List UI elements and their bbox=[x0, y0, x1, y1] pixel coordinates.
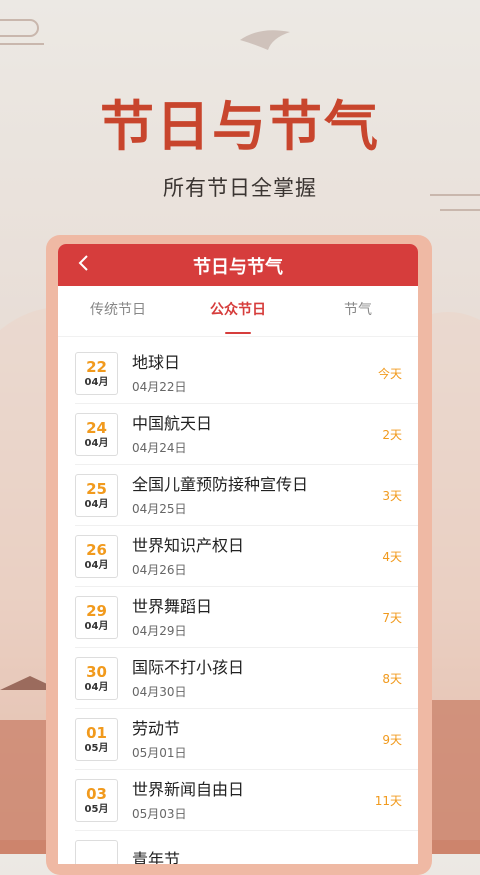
date-day: 30 bbox=[86, 662, 107, 681]
days-remaining: 今天 bbox=[377, 367, 402, 381]
festival-name: 全国儿童预防接种宣传日 bbox=[132, 474, 309, 494]
date-badge: 01 05月 bbox=[75, 718, 118, 761]
hero-title: 节日与节气 bbox=[100, 94, 380, 158]
festival-name: 国际不打小孩日 bbox=[132, 657, 245, 677]
date-badge: 26 04月 bbox=[75, 535, 118, 578]
hero-subtitle: 所有节日全掌握 bbox=[163, 176, 317, 200]
date-badge bbox=[75, 840, 118, 864]
festival-date: 04月25日 bbox=[132, 501, 187, 516]
date-month: 04月 bbox=[84, 437, 109, 449]
date-day: 24 bbox=[86, 418, 107, 437]
date-month: 05月 bbox=[84, 742, 109, 754]
days-remaining: 11天 bbox=[374, 794, 402, 808]
date-badge: 24 04月 bbox=[75, 413, 118, 456]
festival-date: 04月30日 bbox=[132, 684, 187, 699]
tab-bar: 传统节日 公众节日 节气 bbox=[58, 286, 418, 337]
festival-row[interactable]: 24 04月 中国航天日 04月24日 2天 bbox=[58, 404, 418, 465]
festival-row[interactable]: 青年节 bbox=[58, 831, 418, 864]
festival-name: 地球日 bbox=[132, 352, 181, 372]
festival-name: 世界新闻自由日 bbox=[132, 779, 245, 799]
date-badge: 22 04月 bbox=[75, 352, 118, 395]
date-badge: 30 04月 bbox=[75, 657, 118, 700]
tab-traditional[interactable]: 传统节日 bbox=[58, 286, 178, 336]
festival-row[interactable]: 29 04月 世界舞蹈日 04月29日 7天 bbox=[58, 587, 418, 648]
date-month: 04月 bbox=[84, 498, 109, 510]
date-month: 05月 bbox=[84, 803, 109, 815]
date-month: 04月 bbox=[84, 559, 109, 571]
date-day: 29 bbox=[86, 601, 107, 620]
festival-row[interactable]: 26 04月 世界知识产权日 04月26日 4天 bbox=[58, 526, 418, 587]
date-day: 03 bbox=[86, 784, 107, 803]
festival-date: 04月22日 bbox=[132, 379, 187, 394]
date-day: 22 bbox=[86, 357, 107, 376]
date-badge: 25 04月 bbox=[75, 474, 118, 517]
date-badge: 29 04月 bbox=[75, 596, 118, 639]
festival-list: 22 04月 地球日 04月22日 今天 24 04月 中国航天日 04月24日… bbox=[58, 337, 418, 864]
festival-date: 04月24日 bbox=[132, 440, 187, 455]
date-month: 04月 bbox=[84, 376, 109, 388]
festival-name: 青年节 bbox=[132, 849, 181, 865]
days-remaining: 7天 bbox=[382, 611, 402, 625]
app-bar: 节日与节气 bbox=[58, 244, 418, 286]
festival-date: 05月01日 bbox=[132, 745, 187, 760]
app-screen: 节日与节气 传统节日 公众节日 节气 22 04月 地球日 04月22日 今天 … bbox=[58, 244, 418, 864]
festival-row[interactable]: 30 04月 国际不打小孩日 04月30日 8天 bbox=[58, 648, 418, 709]
festival-date: 04月26日 bbox=[132, 562, 187, 577]
festival-date: 05月03日 bbox=[132, 806, 187, 821]
festival-row[interactable]: 03 05月 世界新闻自由日 05月03日 11天 bbox=[58, 770, 418, 831]
days-remaining: 2天 bbox=[382, 428, 402, 442]
festival-name: 世界知识产权日 bbox=[132, 535, 245, 555]
date-month: 04月 bbox=[84, 620, 109, 632]
days-remaining: 3天 bbox=[382, 489, 402, 503]
festival-name: 世界舞蹈日 bbox=[132, 596, 213, 616]
tab-solar-terms[interactable]: 节气 bbox=[298, 286, 418, 336]
date-day: 01 bbox=[86, 723, 107, 742]
app-bar-title: 节日与节气 bbox=[193, 257, 283, 278]
festival-date: 04月29日 bbox=[132, 623, 187, 638]
date-day: 25 bbox=[86, 479, 107, 498]
festival-name: 中国航天日 bbox=[132, 413, 213, 433]
tab-public[interactable]: 公众节日 bbox=[178, 286, 298, 336]
days-remaining: 4天 bbox=[382, 550, 402, 564]
festival-row[interactable]: 22 04月 地球日 04月22日 今天 bbox=[58, 343, 418, 404]
date-badge: 03 05月 bbox=[75, 779, 118, 822]
days-remaining: 8天 bbox=[382, 672, 402, 686]
date-month: 04月 bbox=[84, 681, 109, 693]
festival-row[interactable]: 25 04月 全国儿童预防接种宣传日 04月25日 3天 bbox=[58, 465, 418, 526]
festival-name: 劳动节 bbox=[132, 718, 181, 738]
festival-row[interactable]: 01 05月 劳动节 05月01日 9天 bbox=[58, 709, 418, 770]
days-remaining: 9天 bbox=[382, 733, 402, 747]
date-day: 26 bbox=[86, 540, 107, 559]
